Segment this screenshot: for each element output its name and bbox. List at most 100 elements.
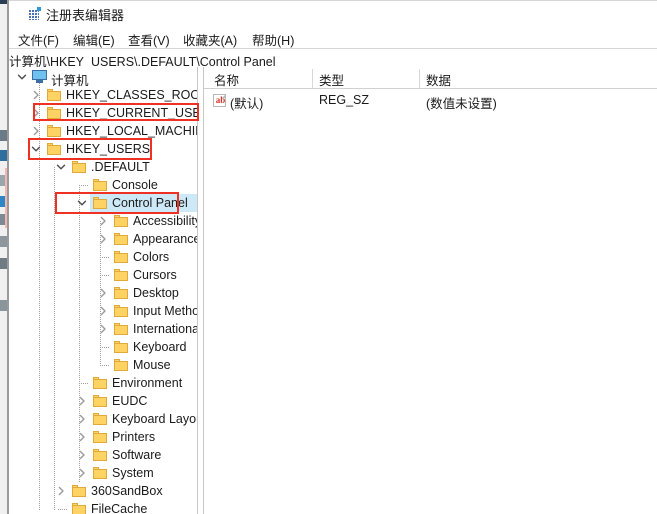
tree-item-environment[interactable]: Environment bbox=[9, 374, 197, 392]
folder-icon bbox=[114, 359, 128, 371]
chevron-right-icon[interactable] bbox=[98, 288, 108, 298]
tree-item-default[interactable]: .DEFAULT bbox=[9, 158, 197, 176]
tree-item-[interactable]: 计算机 bbox=[9, 68, 197, 88]
tree-item-appearance[interactable]: Appearance bbox=[9, 230, 197, 248]
menu-bar: 文件(F) 编辑(E) 查看(V) 收藏夹(A) 帮助(H) bbox=[9, 28, 657, 50]
tree-item-label: Keyboard bbox=[133, 340, 187, 354]
tree-item-label: 360SandBox bbox=[91, 484, 163, 498]
tree-guide-stub bbox=[100, 347, 109, 348]
tree-item-control-panel[interactable]: Control Panel bbox=[9, 194, 197, 212]
folder-icon bbox=[93, 467, 107, 479]
chevron-right-icon[interactable] bbox=[56, 486, 66, 496]
menu-item-1[interactable]: 文件(F) bbox=[15, 29, 62, 50]
folder-icon bbox=[93, 413, 107, 425]
tree-item-hkey-local-machine[interactable]: HKEY_LOCAL_MACHINE bbox=[9, 122, 197, 140]
tree-item-label: Printers bbox=[112, 430, 156, 444]
tree-item-hkey-classes-root[interactable]: HKEY_CLASSES_ROOT bbox=[9, 86, 197, 104]
tree-item-colors[interactable]: Colors bbox=[9, 248, 197, 266]
tree-item-input-method[interactable]: Input Method bbox=[9, 302, 197, 320]
chevron-down-icon[interactable] bbox=[56, 162, 66, 172]
tree-item-label: Appearance bbox=[133, 232, 197, 246]
column-header-3[interactable]: 数据 bbox=[426, 70, 451, 89]
background-toolbar-icon bbox=[0, 258, 7, 269]
tree-item-cursors[interactable]: Cursors bbox=[9, 266, 197, 284]
tree-item-label: System bbox=[112, 466, 154, 480]
chevron-right-icon[interactable] bbox=[77, 414, 87, 424]
folder-icon bbox=[72, 485, 86, 497]
folder-icon bbox=[114, 215, 128, 227]
tree-item-system[interactable]: System bbox=[9, 464, 197, 482]
string-value-icon-fold bbox=[222, 94, 226, 98]
computer-icon bbox=[32, 70, 47, 83]
column-separator[interactable] bbox=[312, 69, 313, 88]
value-data-cell: (数值未设置) bbox=[426, 97, 497, 111]
value-row[interactable]: ab (默认) REG_SZ (数值未设置) bbox=[204, 91, 657, 111]
tree-item-keyboard-layout[interactable]: Keyboard Layout bbox=[9, 410, 197, 428]
value-name-cell: (默认) bbox=[230, 97, 264, 111]
chevron-right-icon[interactable] bbox=[77, 396, 87, 406]
tree-item-printers[interactable]: Printers bbox=[9, 428, 197, 446]
folder-icon bbox=[93, 395, 107, 407]
folder-icon bbox=[93, 377, 107, 389]
folder-icon bbox=[93, 431, 107, 443]
tree-item-label: HKEY_LOCAL_MACHINE bbox=[66, 124, 197, 138]
tree-item-360sandbox[interactable]: 360SandBox bbox=[9, 482, 197, 500]
tree-item-label: .DEFAULT bbox=[91, 160, 150, 174]
list-column-header[interactable]: 名称 类型 数据 bbox=[204, 67, 657, 89]
address-bar[interactable]: 计算机\HKEY_USERS\.DEFAULT\Control Panel bbox=[9, 48, 657, 69]
registry-tree-pane[interactable]: 计算机 HKEY_CLASSES_ROOT HKEY_CURRENT_USER HKE… bbox=[9, 67, 197, 514]
folder-icon bbox=[93, 179, 107, 191]
registry-editor-icon bbox=[28, 7, 41, 20]
menu-item-4[interactable]: 收藏夹(A) bbox=[180, 29, 240, 50]
registry-editor-window: 注册表编辑器 文件(F) 编辑(E) 查看(V) 收藏夹(A) 帮助(H) 计算机\HK… bbox=[9, 0, 657, 514]
tree-item-label: Keyboard Layout bbox=[112, 412, 197, 426]
tree-item-label: Software bbox=[112, 448, 162, 462]
menu-item-5[interactable]: 帮助(H) bbox=[249, 29, 297, 50]
tree-item-label: HKEY_CURRENT_USER bbox=[66, 106, 197, 120]
tree-item-console[interactable]: Console bbox=[9, 176, 197, 194]
tree-item-desktop[interactable]: Desktop bbox=[9, 284, 197, 302]
pane-splitter[interactable] bbox=[197, 67, 204, 514]
chevron-right-icon[interactable] bbox=[98, 216, 108, 226]
chevron-right-icon[interactable] bbox=[31, 90, 41, 100]
tree-item-mouse[interactable]: Mouse bbox=[9, 356, 197, 374]
chevron-right-icon[interactable] bbox=[98, 324, 108, 334]
folder-icon bbox=[114, 251, 128, 263]
tree-item-software[interactable]: Software bbox=[9, 446, 197, 464]
column-header-2[interactable]: 类型 bbox=[319, 70, 344, 89]
tree-item-hkey-current-user[interactable]: HKEY_CURRENT_USER bbox=[9, 104, 197, 122]
column-separator[interactable] bbox=[419, 69, 420, 88]
folder-icon bbox=[47, 143, 61, 155]
tree-item-label: Control Panel bbox=[112, 196, 188, 210]
tree-item-label: FileCache bbox=[91, 502, 148, 514]
tree-item-international[interactable]: International bbox=[9, 320, 197, 338]
chevron-right-icon[interactable] bbox=[31, 108, 41, 118]
tree-item-hkey-users[interactable]: HKEY_USERS bbox=[9, 140, 197, 158]
tree-guide-stub bbox=[58, 509, 67, 510]
folder-icon bbox=[114, 323, 128, 335]
folder-icon bbox=[114, 305, 128, 317]
chevron-down-icon[interactable] bbox=[17, 72, 27, 82]
menu-item-2[interactable]: 编辑(E) bbox=[70, 29, 118, 50]
tree-item-eudc[interactable]: EUDC bbox=[9, 392, 197, 410]
chevron-down-icon[interactable] bbox=[77, 198, 87, 208]
tree-item-label: International bbox=[133, 322, 197, 336]
chevron-right-icon[interactable] bbox=[98, 306, 108, 316]
background-toolbar-icon bbox=[0, 300, 7, 311]
tree-item-accessibility[interactable]: Accessibility bbox=[9, 212, 197, 230]
chevron-down-icon[interactable] bbox=[31, 144, 41, 154]
folder-icon bbox=[114, 269, 128, 281]
window-title: 注册表编辑器 bbox=[46, 8, 125, 23]
tree-item-label: HKEY_USERS bbox=[66, 142, 151, 156]
chevron-right-icon[interactable] bbox=[77, 468, 87, 478]
tree-item-filecache[interactable]: FileCache bbox=[9, 500, 197, 514]
registry-values-pane[interactable]: 名称 类型 数据 ab (默认) REG_SZ (数值未设置) bbox=[204, 67, 657, 514]
chevron-right-icon[interactable] bbox=[31, 126, 41, 136]
menu-item-3[interactable]: 查看(V) bbox=[125, 29, 173, 50]
column-header-1[interactable]: 名称 bbox=[214, 70, 239, 89]
chevron-right-icon[interactable] bbox=[77, 450, 87, 460]
tree-item-label: Desktop bbox=[133, 286, 179, 300]
chevron-right-icon[interactable] bbox=[98, 234, 108, 244]
tree-item-keyboard[interactable]: Keyboard bbox=[9, 338, 197, 356]
chevron-right-icon[interactable] bbox=[77, 432, 87, 442]
